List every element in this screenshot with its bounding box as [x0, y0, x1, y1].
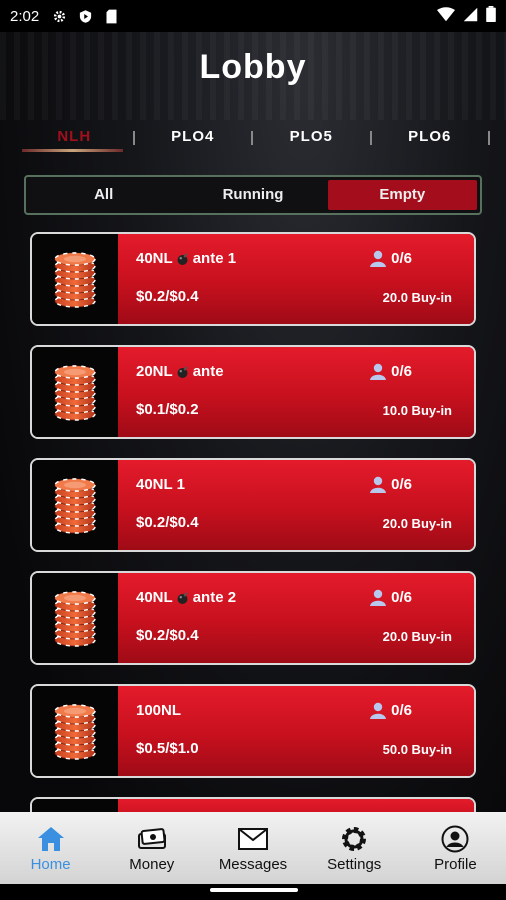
status-bar: 2:02	[0, 0, 506, 32]
table-name-label: 100NL	[136, 702, 182, 719]
table-players: 0/6	[369, 476, 412, 493]
table-players: 0/6	[369, 250, 412, 267]
table-blinds: $0.1/$0.2	[136, 401, 199, 418]
tab-nlh[interactable]: NLH	[16, 122, 133, 154]
game-type-tabs: NLH PLO4 PLO5 PLO6	[16, 122, 490, 154]
chip-stack-icon	[32, 686, 118, 776]
home-indicator[interactable]	[210, 888, 298, 892]
sd-card-icon	[103, 8, 119, 24]
table-blinds: $0.2/$0.4	[136, 288, 199, 305]
wifi-icon	[437, 6, 455, 26]
players-count: 0/6	[391, 363, 412, 380]
play-shield-icon	[77, 8, 93, 24]
chip-stack-icon	[32, 573, 118, 663]
nav-home-label: Home	[30, 855, 71, 873]
table-blinds: $0.2/$0.4	[136, 627, 199, 644]
filter-empty-button[interactable]: Empty	[327, 180, 477, 210]
table-name-label: 40NL	[136, 589, 173, 606]
table-card[interactable]: 100NL $0.5/$1.0 0/6 50.0 Buy-in	[30, 684, 476, 778]
table-buyin: 20.0 Buy-in	[382, 516, 452, 531]
table-blinds: $0.5/$1.0	[136, 740, 199, 757]
player-icon	[369, 476, 387, 493]
gear-icon	[51, 8, 67, 24]
nav-money[interactable]: Money	[101, 812, 202, 884]
bottom-navigation: Home Money Messages Settings Profile	[0, 812, 506, 884]
nav-profile[interactable]: Profile	[405, 812, 506, 884]
table-filter: All Running Empty	[24, 175, 482, 215]
players-count: 0/6	[391, 702, 412, 719]
table-name-suffix: ante	[192, 363, 224, 380]
page-title: Lobby	[199, 48, 307, 86]
tab-plo6[interactable]: PLO6	[372, 122, 489, 154]
table-name: 40NL 1	[136, 476, 188, 493]
home-icon	[34, 824, 68, 854]
tab-divider	[488, 131, 490, 145]
profile-icon	[438, 824, 472, 854]
tab-plo5[interactable]: PLO5	[253, 122, 370, 154]
table-card[interactable]: 40NL ante 2 $0.2/$0.4 0/6 20.0 Buy-in	[30, 571, 476, 665]
table-name: 100NL	[136, 702, 184, 719]
nav-money-label: Money	[129, 855, 175, 873]
players-count: 0/6	[391, 476, 412, 493]
tab-plo4[interactable]: PLO4	[135, 122, 252, 154]
table-name: 40NL ante 2	[136, 589, 236, 606]
table-card-body: 40NL ante 2 $0.2/$0.4 0/6 20.0 Buy-in	[118, 573, 474, 663]
table-card[interactable]: 20NL ante $0.1/$0.2 0/6 10.0 Buy-in	[30, 345, 476, 439]
nav-home[interactable]: Home	[0, 812, 101, 884]
status-time: 2:02	[10, 7, 40, 25]
battery-icon	[486, 6, 496, 26]
table-name: 40NL ante 1	[136, 250, 236, 267]
table-players: 0/6	[369, 589, 412, 606]
bomb-icon	[176, 365, 190, 379]
table-buyin: 10.0 Buy-in	[382, 403, 452, 418]
gesture-area	[0, 884, 506, 900]
table-players: 0/6	[369, 363, 412, 380]
table-card-body: 40NL 1 $0.2/$0.4 0/6 20.0 Buy-in	[118, 460, 474, 550]
table-name-label: 40NL 1	[136, 476, 185, 493]
chip-stack-icon	[32, 460, 118, 550]
table-list: 40NL ante 1 $0.2/$0.4 0/6 20.0 Buy-in 20…	[30, 232, 476, 856]
player-icon	[369, 363, 387, 380]
table-buyin: 50.0 Buy-in	[382, 742, 452, 757]
table-name-suffix: ante 2	[192, 589, 237, 606]
table-buyin: 20.0 Buy-in	[382, 290, 452, 305]
table-name: 20NL ante	[136, 363, 224, 380]
signal-icon	[463, 7, 478, 26]
table-card[interactable]: 40NL 1 $0.2/$0.4 0/6 20.0 Buy-in	[30, 458, 476, 552]
table-name-suffix: ante 1	[192, 250, 237, 267]
player-icon	[369, 589, 387, 606]
table-blinds: $0.2/$0.4	[136, 514, 199, 531]
nav-messages-label: Messages	[218, 855, 288, 873]
bomb-icon	[176, 591, 190, 605]
nav-messages[interactable]: Messages	[202, 812, 303, 884]
table-card-body: 20NL ante $0.1/$0.2 0/6 10.0 Buy-in	[118, 347, 474, 437]
table-card-body: 40NL ante 1 $0.2/$0.4 0/6 20.0 Buy-in	[118, 234, 474, 324]
chip-stack-icon	[32, 234, 118, 324]
chip-stack-icon	[32, 347, 118, 437]
nav-profile-label: Profile	[434, 855, 477, 873]
money-icon	[135, 824, 169, 854]
players-count: 0/6	[391, 250, 412, 267]
bomb-icon	[176, 252, 190, 266]
table-buyin: 20.0 Buy-in	[382, 629, 452, 644]
gear-icon	[337, 824, 371, 854]
player-icon	[369, 702, 387, 719]
envelope-icon	[236, 824, 270, 854]
filter-all-button[interactable]: All	[29, 180, 178, 210]
table-name-label: 20NL	[136, 363, 173, 380]
table-name-label: 40NL	[136, 250, 173, 267]
filter-running-button[interactable]: Running	[178, 180, 327, 210]
table-card-body: 100NL $0.5/$1.0 0/6 50.0 Buy-in	[118, 686, 474, 776]
table-players: 0/6	[369, 702, 412, 719]
nav-settings-label: Settings	[327, 855, 382, 873]
player-icon	[369, 250, 387, 267]
nav-settings[interactable]: Settings	[304, 812, 405, 884]
players-count: 0/6	[391, 589, 412, 606]
table-card[interactable]: 40NL ante 1 $0.2/$0.4 0/6 20.0 Buy-in	[30, 232, 476, 326]
